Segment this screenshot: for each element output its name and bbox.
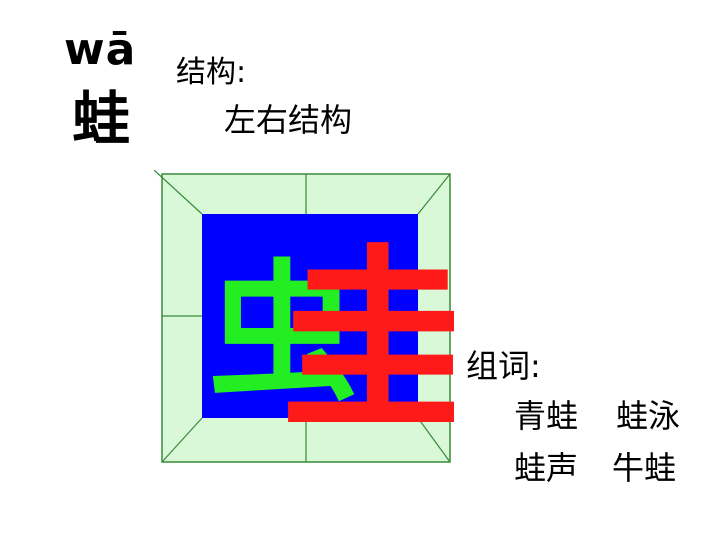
slide: wā 蛙 结构: 左右结构 虫 圭 组词: 青蛙 蛙泳 蛙声 牛蛙 [0, 0, 720, 540]
word-item: 青蛙 [514, 397, 579, 435]
words-label: 组词: [466, 347, 541, 385]
word-item: 蛙声 [514, 449, 579, 487]
structure-value: 左右结构 [224, 101, 353, 139]
word-item: 牛蛙 [612, 449, 677, 487]
word-item: 蛙泳 [616, 397, 681, 435]
writing-grid-svg: 虫 圭 [153, 169, 476, 463]
structure-label: 结构: [176, 55, 247, 90]
pinyin: wā [64, 24, 137, 75]
right-component: 圭 [280, 229, 454, 457]
character: 蛙 [72, 85, 131, 153]
writing-grid: 虫 圭 [153, 169, 476, 466]
